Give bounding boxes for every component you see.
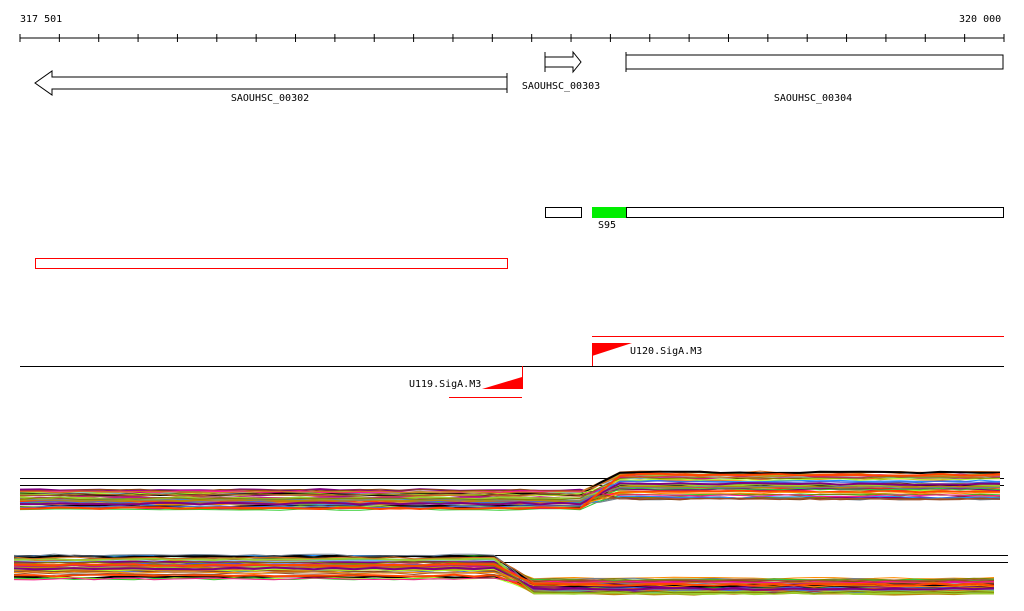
s95-label: S95: [598, 220, 616, 231]
gene-label: SAOUHSC_00302: [231, 93, 309, 104]
gene-SAOUHSC_00304[interactable]: [625, 54, 1004, 70]
coordinate-ruler: [19, 34, 1005, 42]
promoter-U119[interactable]: [482, 366, 523, 389]
promoter-U120[interactable]: [592, 343, 632, 366]
ruler-start-label: 317 501: [20, 14, 62, 25]
promoter-label: U119.SigA.M3: [409, 379, 481, 390]
gene-SAOUHSC_00302[interactable]: [34, 70, 508, 96]
promoter-label: U120.SigA.M3: [630, 346, 702, 357]
expression-profile-plus: [19, 470, 1004, 511]
gene-label: SAOUHSC_00304: [774, 93, 852, 104]
transcript-box[interactable]: [626, 207, 1004, 218]
gene-SAOUHSC_00303[interactable]: [544, 50, 582, 74]
transcript-box[interactable]: [545, 207, 582, 218]
gene-label: SAOUHSC_00303: [522, 81, 600, 92]
expression-profile-minus: [13, 553, 1008, 596]
ruler-end-label: 320 000: [959, 14, 1001, 25]
s95-highlight[interactable]: [592, 207, 626, 218]
genome-browser: 317 501 320 000 SAOUHSC_00302 SAOUHSC_00…: [13, 14, 1008, 596]
region-box[interactable]: [35, 258, 508, 269]
